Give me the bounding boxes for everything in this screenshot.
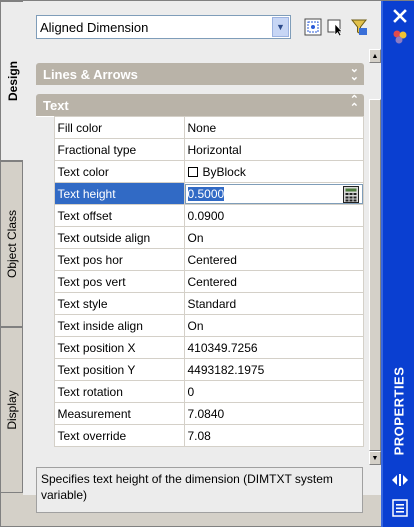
property-row[interactable]: Text rotation 0	[36, 380, 364, 403]
toggle-pickadd-button[interactable]	[348, 16, 370, 38]
property-row[interactable]: Text position X 410349.7256	[36, 336, 364, 359]
section-text[interactable]: Text ⌃ ⌃	[36, 94, 364, 116]
property-value[interactable]: 7.0840	[183, 402, 364, 425]
palette-title: PROPERTIES	[391, 366, 407, 456]
select-objects-icon	[327, 19, 343, 36]
chevron-down-icon[interactable]: ▼	[272, 17, 289, 37]
property-value[interactable]: Centered	[183, 248, 364, 271]
tool-palette-tabs: Design Object Class Display	[1, 1, 24, 495]
palette-menu-icon[interactable]	[391, 499, 409, 517]
section-lines-arrows-title: Lines & Arrows	[43, 66, 138, 82]
palette-title-bar[interactable]: PROPERTIES	[381, 1, 414, 527]
property-row[interactable]: Text inside align On	[36, 314, 364, 337]
property-name: Text pos vert	[53, 270, 185, 293]
property-row[interactable]: Text outside align On	[36, 226, 364, 249]
auto-hide-icon[interactable]	[391, 471, 409, 489]
property-value[interactable]: Centered	[183, 270, 364, 293]
tab-display[interactable]: Display	[1, 327, 23, 493]
property-row[interactable]: Text pos hor Centered	[36, 248, 364, 271]
property-value: 0.5000	[187, 186, 225, 201]
property-value[interactable]: On	[183, 226, 364, 249]
color-swatch-icon	[187, 166, 198, 177]
property-value[interactable]: None	[183, 116, 364, 139]
property-value[interactable]: Standard	[183, 292, 364, 315]
property-value[interactable]: On	[183, 314, 364, 337]
properties-toolbar: Aligned Dimension ▼	[23, 1, 381, 49]
tab-design[interactable]: Design	[1, 1, 24, 161]
property-name: Text position X	[53, 336, 185, 359]
property-value[interactable]: Horizontal	[183, 138, 364, 161]
quick-select-icon	[304, 18, 322, 36]
property-description: Specifies text height of the dimension (…	[36, 467, 363, 513]
property-name: Text style	[53, 292, 185, 315]
select-objects-button[interactable]	[325, 16, 347, 38]
collapse-chevron-icon[interactable]: ⌃ ⌃	[350, 95, 359, 114]
property-value-cell[interactable]: 0.5000	[183, 182, 364, 205]
property-table: Fill color None Fractional type Horizontal…	[36, 116, 364, 447]
toggle-pickadd-icon	[350, 19, 368, 35]
property-value[interactable]: 7.08	[183, 424, 364, 447]
property-row[interactable]: Measurement 7.0840	[36, 402, 364, 425]
text-height-input[interactable]: 0.5000	[184, 183, 363, 204]
properties-main-panel: Aligned Dimension ▼ Lines & Arrows ⌄ ⌄ T…	[23, 1, 381, 513]
property-value[interactable]: 410349.7256	[183, 336, 364, 359]
property-row[interactable]: Text offset 0.0900	[36, 204, 364, 227]
section-text-title: Text	[43, 97, 69, 113]
property-name: Text inside align	[53, 314, 185, 337]
tab-object-class[interactable]: Object Class	[1, 161, 23, 327]
property-name: Text pos hor	[53, 248, 185, 271]
property-row[interactable]: Fractional type Horizontal	[36, 138, 364, 161]
property-name: Fractional type	[53, 138, 185, 161]
scroll-down-button[interactable]: ▼	[369, 451, 381, 465]
tab-display-label: Display	[4, 390, 19, 430]
calculator-icon[interactable]	[343, 185, 359, 203]
property-value: ByBlock	[202, 164, 246, 179]
property-value[interactable]: 0	[183, 380, 364, 403]
tab-object-class-label: Object Class	[4, 209, 19, 279]
property-row-selected[interactable]: Text height 0.5000	[36, 182, 364, 205]
scrollbar-thumb[interactable]	[369, 99, 381, 451]
property-name: Text color	[53, 160, 185, 183]
property-row[interactable]: Text pos vert Centered	[36, 270, 364, 293]
vertical-scrollbar[interactable]: ▲ ▼	[369, 49, 381, 465]
properties-palette: Design Object Class Display Aligned Dime…	[0, 0, 414, 527]
property-name: Text position Y	[53, 358, 185, 381]
property-row[interactable]: Text override 7.08	[36, 424, 364, 447]
property-name: Fill color	[53, 116, 185, 139]
close-icon[interactable]	[391, 7, 409, 25]
object-type-dropdown[interactable]: Aligned Dimension ▼	[36, 15, 291, 39]
quick-select-button[interactable]	[302, 16, 324, 38]
scroll-up-button[interactable]: ▲	[369, 49, 381, 63]
property-name: Measurement	[53, 402, 185, 425]
object-type-value: Aligned Dimension	[40, 19, 149, 35]
property-grid: Lines & Arrows ⌄ ⌄ Text ⌃ ⌃ Fill color None…	[36, 61, 364, 459]
description-text: Specifies text height of the dimension (…	[41, 472, 333, 502]
property-row[interactable]: Text style Standard	[36, 292, 364, 315]
palette-app-icon	[391, 28, 409, 46]
expand-chevron-icon[interactable]: ⌄ ⌄	[350, 64, 359, 83]
property-row[interactable]: Fill color None	[36, 116, 364, 139]
tab-design-label: Design	[5, 60, 20, 102]
property-name: Text rotation	[53, 380, 185, 403]
property-value-cell[interactable]: ByBlock	[183, 160, 364, 183]
property-value[interactable]: 4493182.1975	[183, 358, 364, 381]
property-name: Text override	[53, 424, 185, 447]
property-row[interactable]: Text color ByBlock	[36, 160, 364, 183]
property-row[interactable]: Text position Y 4493182.1975	[36, 358, 364, 381]
property-name: Text offset	[53, 204, 185, 227]
section-lines-arrows[interactable]: Lines & Arrows ⌄ ⌄	[36, 63, 364, 85]
property-name: Text height	[53, 182, 185, 205]
property-value[interactable]: 0.0900	[183, 204, 364, 227]
property-name: Text outside align	[53, 226, 185, 249]
